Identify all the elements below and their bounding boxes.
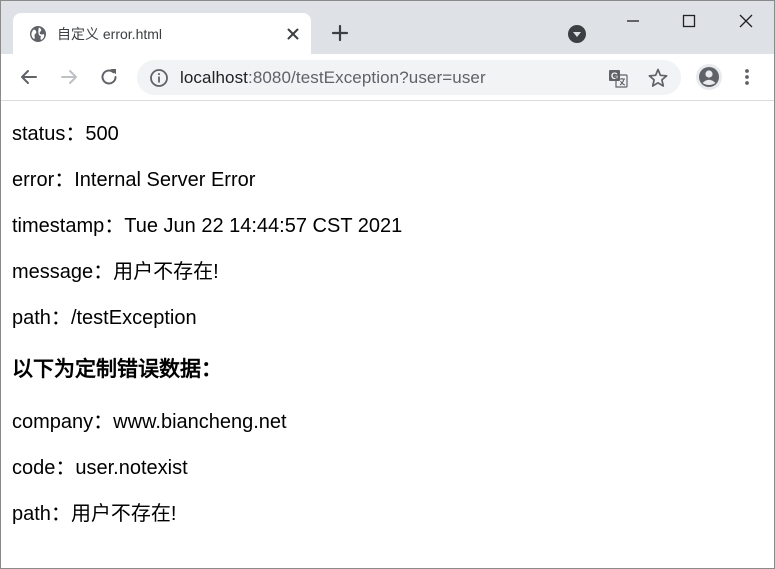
timestamp-value: Tue Jun 22 14:44:57 CST 2021	[124, 215, 403, 237]
code-line: code：user.notexist	[12, 445, 752, 491]
message-line: message：用户不存在!	[12, 249, 752, 295]
company-line: company：www.biancheng.net	[12, 399, 752, 445]
maximize-icon[interactable]	[677, 9, 701, 33]
browser-tab[interactable]: 自定义 error.html	[13, 13, 311, 54]
tab-strip: 自定义 error.html	[1, 1, 774, 54]
browser-toolbar: localhost:8080/testException?user=user G	[1, 54, 774, 101]
forward-arrow-icon[interactable]	[57, 65, 81, 89]
path-label: path：	[12, 307, 71, 329]
custom-data-heading: 以下为定制错误数据：	[12, 358, 222, 381]
message-value: 用户不存在!	[113, 261, 219, 283]
url-path: :8080/testException?user=user	[248, 68, 486, 87]
timestamp-label: timestamp：	[12, 215, 125, 237]
path-line: path：/testException	[12, 295, 752, 341]
status-line: status：500	[12, 111, 752, 157]
url-host: localhost	[180, 68, 248, 87]
status-label: status：	[12, 123, 86, 145]
custom-path-line: path：用户不存在!	[12, 491, 752, 537]
svg-text:G: G	[611, 71, 618, 81]
url-text: localhost:8080/testException?user=user	[180, 68, 486, 88]
bookmark-star-icon[interactable]	[647, 67, 669, 89]
back-arrow-icon[interactable]	[17, 65, 41, 89]
custom-path-value: 用户不存在!	[70, 503, 177, 525]
site-info-icon[interactable]	[149, 68, 169, 88]
error-label: error：	[12, 169, 75, 191]
company-value: www.biancheng.net	[113, 411, 287, 433]
tab-title: 自定义 error.html	[57, 26, 163, 42]
timestamp-line: timestamp：Tue Jun 22 14:44:57 CST 2021	[12, 203, 752, 249]
address-bar[interactable]: localhost:8080/testException?user=user G	[137, 60, 681, 95]
path-value: /testException	[70, 307, 197, 329]
minimize-icon[interactable]	[621, 11, 645, 31]
new-tab-plus-icon[interactable]	[328, 21, 352, 45]
close-tab-icon[interactable]	[283, 24, 303, 44]
company-label: company：	[12, 411, 114, 433]
custom-path-label: path：	[12, 503, 71, 525]
globe-icon	[30, 26, 46, 42]
message-label: message：	[12, 261, 114, 283]
close-window-icon[interactable]	[734, 9, 758, 33]
code-value: user.notexist	[75, 457, 188, 479]
error-value: Internal Server Error	[74, 169, 256, 191]
status-value: 500	[85, 123, 119, 145]
page-content: status：500 error：Internal Server Error t…	[12, 111, 752, 537]
browser-window: 自定义 error.html localhost:8080/testExcept…	[0, 0, 775, 569]
kebab-menu-icon[interactable]	[737, 65, 757, 89]
profile-avatar-icon[interactable]	[695, 63, 723, 91]
error-line: error：Internal Server Error	[12, 157, 752, 203]
reload-icon[interactable]	[97, 65, 121, 89]
translate-icon[interactable]: G	[607, 67, 629, 89]
tab-search-dropdown-icon[interactable]	[567, 24, 587, 44]
code-label: code：	[12, 457, 76, 479]
